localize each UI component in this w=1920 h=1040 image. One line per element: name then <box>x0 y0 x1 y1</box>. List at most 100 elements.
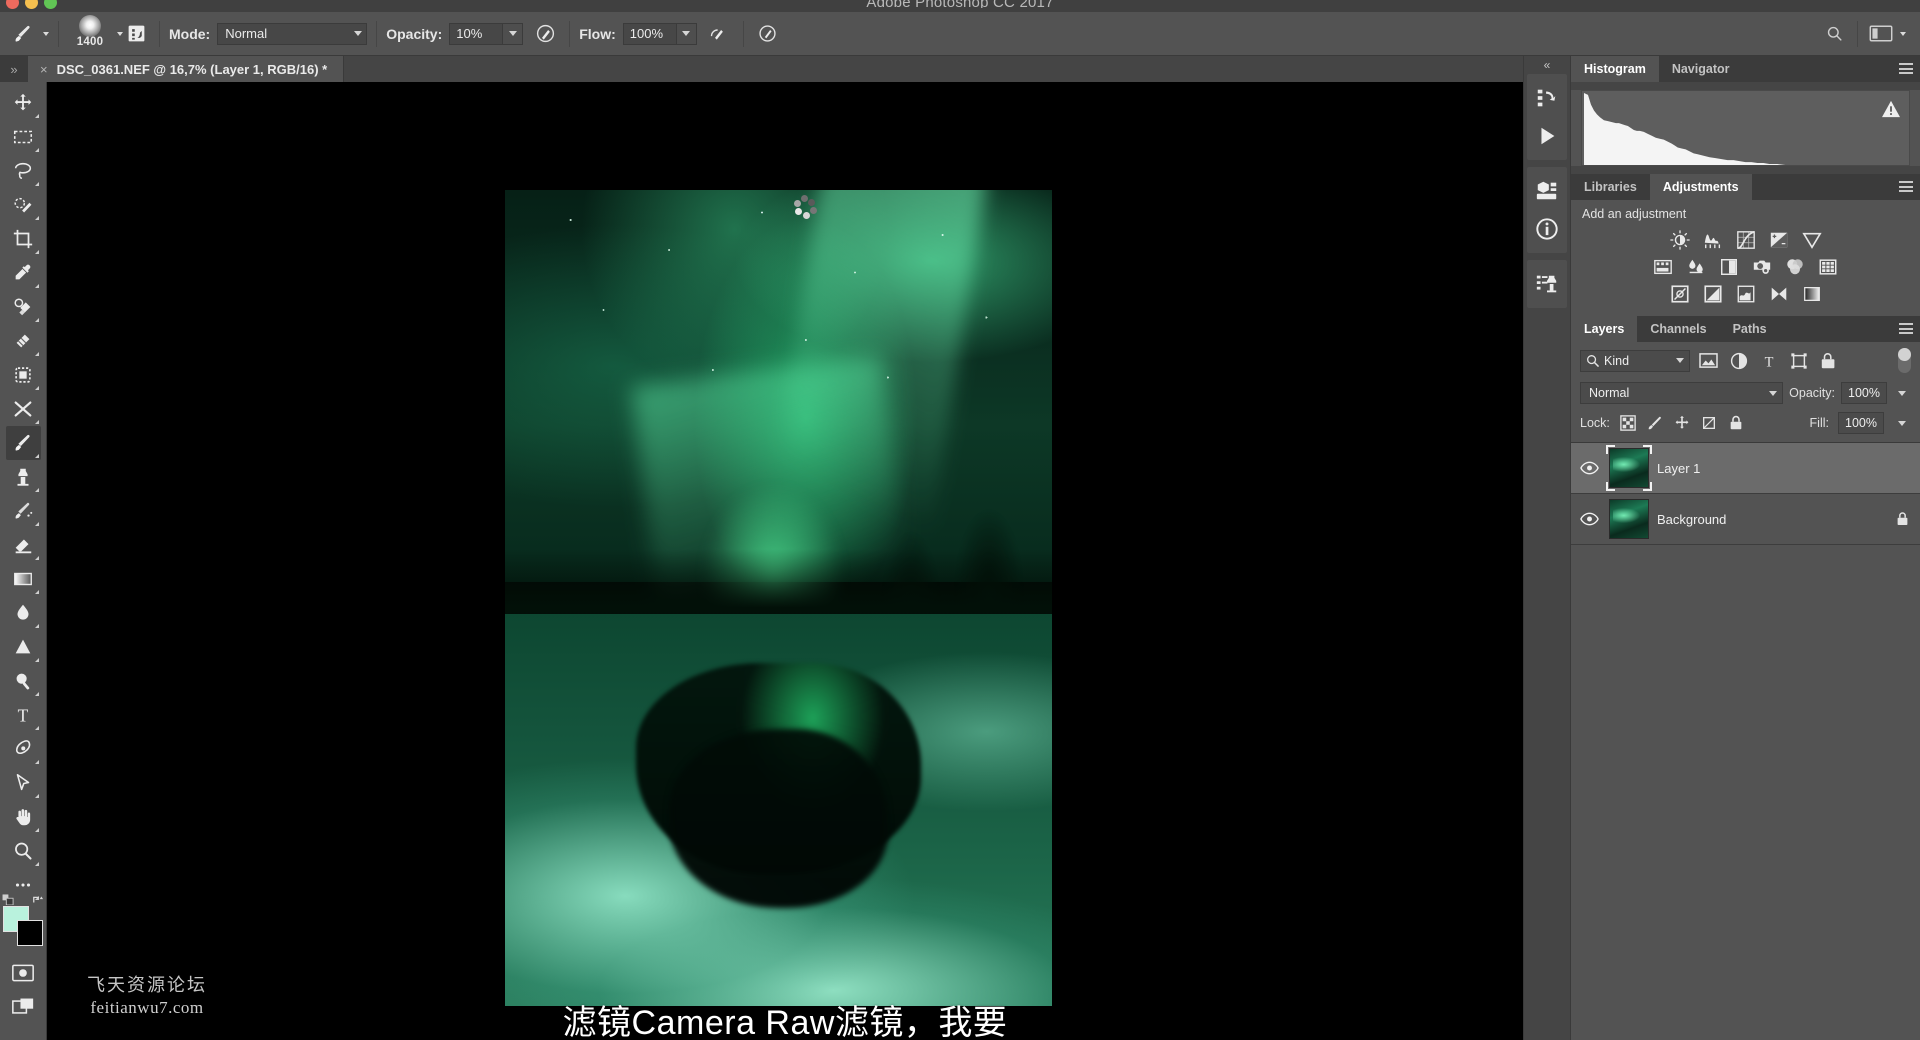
tool-crop[interactable] <box>6 222 41 256</box>
black-white-icon[interactable] <box>1718 256 1740 277</box>
lock-position-icon[interactable] <box>1673 414 1691 432</box>
layer-fill-stepper[interactable] <box>1893 412 1911 434</box>
layer-row-background[interactable]: Background <box>1571 494 1920 545</box>
default-colors-icon[interactable] <box>2 894 14 905</box>
tab-layers[interactable]: Layers <box>1571 316 1638 342</box>
lock-all-icon[interactable] <box>1727 414 1745 432</box>
filter-smart-object-icon[interactable] <box>1817 350 1840 371</box>
layer-filter-kind-select[interactable]: Kind <box>1580 349 1690 372</box>
properties-3d-icon[interactable] <box>1528 172 1566 210</box>
brush-preview[interactable]: 1400 <box>68 14 112 54</box>
tool-zoom[interactable] <box>6 834 41 868</box>
tool-lasso[interactable] <box>6 154 41 188</box>
tool-spot-healing-brush[interactable] <box>6 290 41 324</box>
layer-opacity-input[interactable]: 100% <box>1841 382 1887 404</box>
tool-patch[interactable] <box>6 324 41 358</box>
invert-icon[interactable] <box>1669 283 1691 304</box>
layer-row-layer-1[interactable]: Layer 1 <box>1571 443 1920 494</box>
opacity-input[interactable]: 10% <box>449 22 504 45</box>
history-actions-icon[interactable] <box>1528 79 1566 117</box>
document-canvas[interactable]: 飞天资源论坛 feitianwu7.com 滤镜Camera Raw滤镜，我要 <box>47 82 1523 1040</box>
play-action-icon[interactable] <box>1528 117 1566 155</box>
gradient-map-icon[interactable] <box>1801 283 1823 304</box>
color-swatches[interactable] <box>2 894 44 946</box>
layer-thumbnail[interactable] <box>1606 445 1652 491</box>
selective-color-icon[interactable] <box>1768 283 1790 304</box>
cached-data-warning-icon[interactable] <box>1881 100 1901 118</box>
tool-preset-chevron-icon[interactable] <box>43 31 49 36</box>
tool-horizontal-type[interactable]: T <box>6 698 41 732</box>
document-tab[interactable]: × DSC_0361.NEF @ 16,7% (Layer 1, RGB/16)… <box>28 56 345 82</box>
smoothing-options-icon[interactable] <box>753 20 783 48</box>
tool-brush[interactable] <box>5 426 41 460</box>
tool-dodge-burn[interactable] <box>6 664 41 698</box>
layer-opacity-stepper[interactable] <box>1893 382 1911 404</box>
color-lookup-icon[interactable] <box>1817 256 1839 277</box>
panel-expand-button[interactable]: » <box>0 56 28 82</box>
layer-visibility-toggle[interactable] <box>1577 512 1601 526</box>
brush-picker[interactable]: 1400 <box>68 14 123 54</box>
workspace-switcher-icon[interactable] <box>1864 21 1898 47</box>
clone-source-icon[interactable] <box>1528 265 1566 303</box>
opacity-pressure-toggle-icon[interactable] <box>530 20 560 48</box>
tab-histogram[interactable]: Histogram <box>1571 56 1659 82</box>
panel-menu-icon[interactable] <box>1899 323 1913 334</box>
exposure-icon[interactable] <box>1768 229 1790 250</box>
opacity-stepper[interactable] <box>503 22 524 45</box>
layer-thumbnail[interactable] <box>1609 499 1649 539</box>
lock-artboard-nesting-icon[interactable] <box>1700 414 1718 432</box>
curves-icon[interactable] <box>1735 229 1757 250</box>
filter-shape-layers-icon[interactable] <box>1787 350 1810 371</box>
vibrance-icon[interactable] <box>1801 229 1823 250</box>
background-color-swatch[interactable] <box>17 920 43 946</box>
filter-enable-toggle[interactable] <box>1898 348 1911 373</box>
filter-adjustment-layers-icon[interactable] <box>1727 350 1750 371</box>
brightness-contrast-icon[interactable] <box>1669 229 1691 250</box>
tool-eyedropper[interactable] <box>6 256 41 290</box>
workspace-chevron-icon[interactable] <box>1900 31 1906 36</box>
tool-pen[interactable] <box>6 732 41 766</box>
lock-transparent-pixels-icon[interactable] <box>1619 414 1637 432</box>
lock-image-pixels-icon[interactable] <box>1646 414 1664 432</box>
collapse-panels-button[interactable]: « <box>1524 56 1570 74</box>
filter-type-layers-icon[interactable]: T <box>1757 350 1780 371</box>
tab-adjustments[interactable]: Adjustments <box>1649 174 1752 200</box>
swap-colors-icon[interactable] <box>32 894 44 905</box>
search-icon[interactable] <box>1817 21 1851 47</box>
photo-filter-icon[interactable] <box>1751 256 1773 277</box>
tool-history-brush[interactable] <box>6 494 41 528</box>
screen-mode-icon[interactable] <box>6 990 41 1024</box>
posterize-icon[interactable] <box>1702 283 1724 304</box>
tool-dodge[interactable] <box>6 630 41 664</box>
current-tool-preset[interactable] <box>8 20 49 48</box>
filter-pixel-layers-icon[interactable] <box>1697 350 1720 371</box>
tool-gradient[interactable] <box>6 562 41 596</box>
flow-input[interactable]: 100% <box>622 22 677 45</box>
color-balance-icon[interactable] <box>1685 256 1707 277</box>
channel-mixer-icon[interactable] <box>1784 256 1806 277</box>
panel-menu-icon[interactable] <box>1899 181 1913 192</box>
quick-mask-icon[interactable] <box>6 956 41 990</box>
tool-hand[interactable] <box>6 800 41 834</box>
tool-clone-stamp[interactable] <box>6 460 41 494</box>
tablet-pressure-size-button[interactable] <box>123 20 150 47</box>
tool-quick-selection[interactable] <box>6 188 41 222</box>
info-icon[interactable] <box>1528 210 1566 248</box>
airbrush-icon[interactable] <box>704 20 734 48</box>
panel-menu-icon[interactable] <box>1899 63 1913 74</box>
hue-saturation-icon[interactable] <box>1652 256 1674 277</box>
tool-move[interactable] <box>6 86 41 120</box>
tab-channels[interactable]: Channels <box>1637 316 1720 342</box>
levels-icon[interactable] <box>1702 229 1724 250</box>
flow-stepper[interactable] <box>676 22 697 45</box>
tab-navigator[interactable]: Navigator <box>1658 56 1743 82</box>
close-icon[interactable]: × <box>40 62 48 77</box>
tool-red-eye[interactable] <box>6 392 41 426</box>
blend-mode-select[interactable]: Normal <box>217 22 368 45</box>
layer-visibility-toggle[interactable] <box>1577 461 1601 475</box>
tool-path-selection[interactable] <box>6 766 41 800</box>
tool-rectangular-marquee[interactable] <box>6 120 41 154</box>
tab-libraries[interactable]: Libraries <box>1571 174 1650 200</box>
tool-content-aware-move[interactable] <box>6 358 41 392</box>
threshold-icon[interactable] <box>1735 283 1757 304</box>
